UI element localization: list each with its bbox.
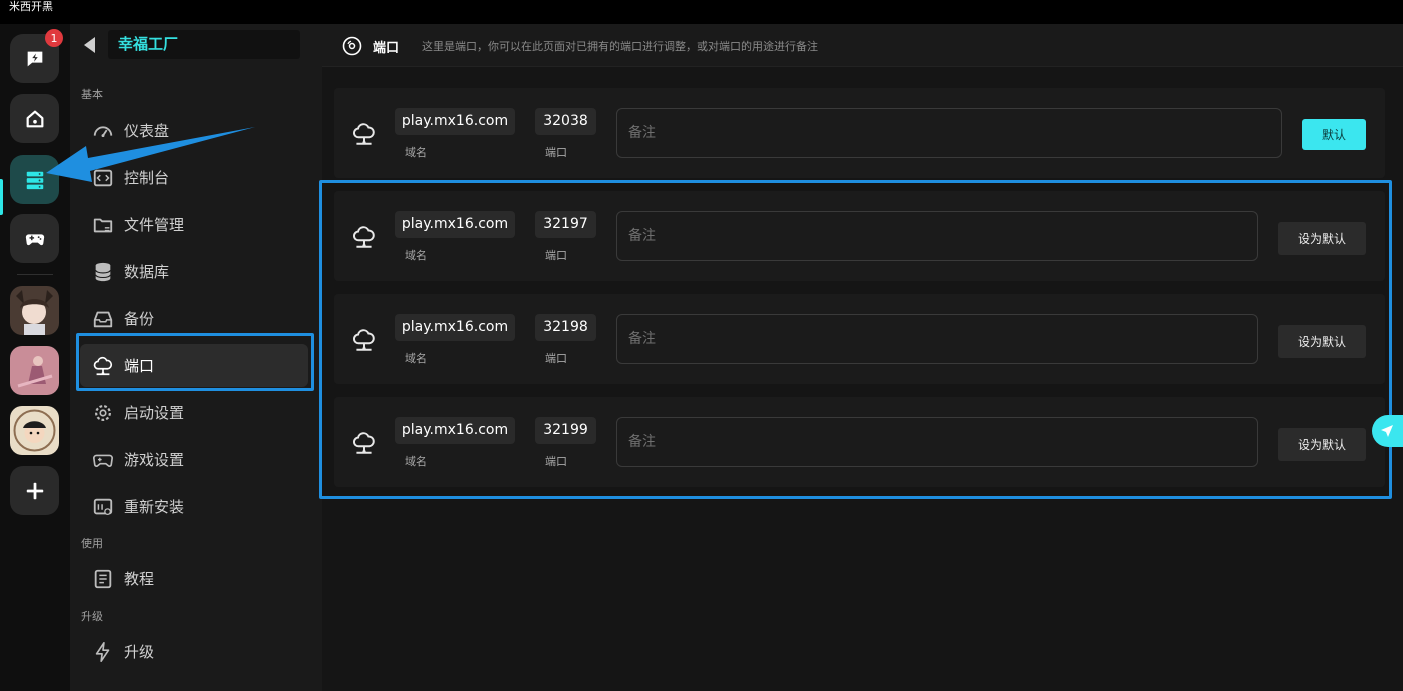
nav-label: 升级 xyxy=(124,643,155,661)
nav-header: 幸福工厂 xyxy=(70,24,322,67)
notification-badge: 1 xyxy=(45,29,63,47)
plus-icon xyxy=(26,482,43,499)
folder-icon xyxy=(93,218,113,232)
rail-divider xyxy=(17,274,53,275)
section-basic: 基本 xyxy=(81,88,103,101)
annotation-arrow-icon xyxy=(46,127,255,182)
page-title: 端口 xyxy=(373,41,400,56)
highlight-box-nav xyxy=(76,333,314,391)
messages-button[interactable]: 1 xyxy=(10,29,63,83)
disc-icon xyxy=(342,36,362,56)
nav-label: 教程 xyxy=(124,570,155,588)
nav-item-game-settings[interactable]: 游戏设置 xyxy=(80,438,308,481)
domain-value: play.mx16.com xyxy=(395,108,515,135)
page-header: 端口 这里是端口，你可以在此页面对已拥有的端口进行调整，或对端口的用途进行备注 xyxy=(322,24,1403,67)
database-icon xyxy=(95,262,111,281)
nav-label: 游戏设置 xyxy=(124,451,185,469)
nav-item-files[interactable]: 文件管理 xyxy=(80,203,308,246)
pink-figure-avatar-icon xyxy=(10,346,59,395)
nav-label: 重新安装 xyxy=(124,498,185,516)
server-name: 幸福工厂 xyxy=(108,30,300,59)
lightning-icon xyxy=(95,641,110,662)
reinstall-window-icon xyxy=(93,498,113,515)
default-button[interactable]: 默认 xyxy=(1302,119,1366,150)
backup-tray-icon xyxy=(93,311,113,327)
pirate-character-avatar-icon xyxy=(10,406,59,455)
note-input[interactable] xyxy=(616,108,1282,158)
anime-character-avatar-icon xyxy=(10,286,59,335)
nav-label: 文件管理 xyxy=(124,216,185,234)
nav-label: 启动设置 xyxy=(124,404,185,422)
title-bar: 米西开黑 xyxy=(0,0,1403,24)
highlight-box-ports xyxy=(319,180,1392,499)
port-row: play.mx16.com 32038 域名 端口 默认 xyxy=(334,88,1385,178)
page-description: 这里是端口，你可以在此页面对已拥有的端口进行调整，或对端口的用途进行备注 xyxy=(422,40,818,53)
nav-item-reinstall[interactable]: 重新安装 xyxy=(80,485,308,528)
server-avatar-2[interactable] xyxy=(10,346,59,395)
domain-label: 域名 xyxy=(405,146,427,159)
document-icon xyxy=(94,569,112,588)
app-title: 米西开黑 xyxy=(9,0,53,13)
nav-item-tutorial[interactable]: 教程 xyxy=(80,557,308,600)
server-avatar-1[interactable] xyxy=(10,286,59,335)
side-drawer-tab[interactable] xyxy=(1372,415,1403,447)
gamepad-outline-icon xyxy=(93,454,113,467)
server-avatar-3[interactable] xyxy=(10,406,59,455)
nav-label: 数据库 xyxy=(124,263,170,281)
section-upgrade: 升级 xyxy=(81,610,103,623)
chat-bolt-icon xyxy=(27,51,42,66)
port-value: 32038 xyxy=(535,108,596,135)
back-arrow-icon[interactable] xyxy=(84,37,95,53)
add-server-button[interactable] xyxy=(10,466,59,515)
rail-active-indicator xyxy=(0,179,3,215)
section-usage: 使用 xyxy=(81,537,103,550)
gear-icon xyxy=(95,404,111,421)
nav-label: 备份 xyxy=(124,310,155,328)
cloud-network-icon xyxy=(353,123,375,145)
nav-item-database[interactable]: 数据库 xyxy=(80,250,308,293)
send-arrow-icon xyxy=(1381,425,1393,437)
nav-item-startup[interactable]: 启动设置 xyxy=(80,391,308,434)
nav-item-upgrade[interactable]: 升级 xyxy=(80,630,308,673)
gamepad-icon xyxy=(25,233,44,245)
games-button[interactable] xyxy=(10,214,59,263)
port-label: 端口 xyxy=(545,146,567,159)
